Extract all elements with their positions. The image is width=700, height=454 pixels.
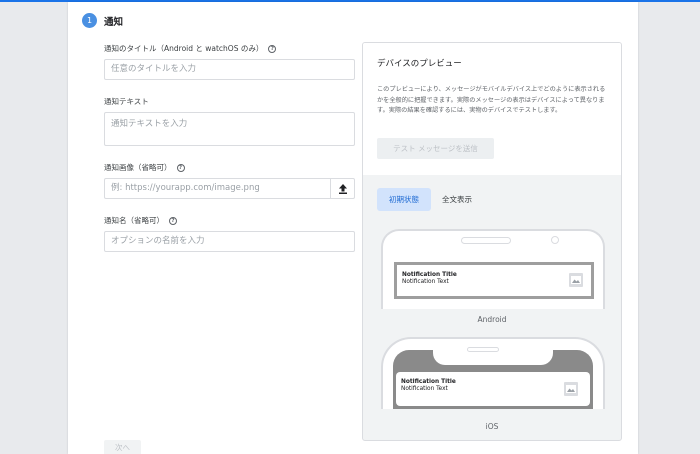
name-label-text: 通知名（省略可） (104, 216, 164, 225)
send-test-message-button[interactable]: テスト メッセージを送信 (377, 138, 494, 159)
ios-phone-mock: Notification Title Notification Text (381, 337, 605, 409)
notification-text: Notification Text (401, 386, 448, 392)
image-placeholder-icon (564, 382, 578, 396)
notification-image-input[interactable]: 例: https://yourapp.com/image.png (104, 178, 355, 199)
phone-speaker (467, 347, 499, 352)
name-field-label: 通知名（省略可） ? (104, 215, 177, 226)
notification-title: Notification Title (402, 272, 457, 278)
image-label-text: 通知画像（省略可） (104, 163, 172, 172)
notification-title: Notification Title (401, 379, 456, 385)
notification-text-input[interactable]: 通知テキストを入力 (104, 112, 355, 146)
step-header: 1 通知 (82, 13, 123, 28)
tab-expanded-view[interactable]: 全文表示 (433, 188, 481, 211)
phone-speaker (461, 237, 511, 244)
upload-button[interactable] (330, 178, 355, 199)
phone-camera (551, 236, 559, 244)
notification-text: Notification Text (402, 279, 449, 285)
image-placeholder-icon (569, 273, 583, 287)
help-icon[interactable]: ? (176, 163, 185, 172)
help-icon[interactable]: ? (268, 44, 277, 53)
upload-icon (339, 183, 347, 194)
ios-label: iOS (485, 422, 499, 431)
text-label-text: 通知テキスト (104, 97, 149, 106)
image-field-label: 通知画像（省略可） ? (104, 162, 185, 173)
preview-title: デバイスのプレビュー (377, 59, 462, 69)
image-icon (566, 385, 576, 393)
step-number-badge: 1 (82, 13, 97, 28)
device-preview-panel: デバイスのプレビュー このプレビューにより、メッセージがモバイルデバイス上でどの… (362, 42, 622, 441)
step-title: 通知 (104, 16, 124, 28)
preview-description: このプレビューにより、メッセージがモバイルデバイス上でどのように表示されるかを全… (377, 86, 606, 114)
notification-form-card: 1 通知 通知のタイトル（Android と watchOS のみ） ? 任意の… (68, 2, 638, 454)
android-phone-mock: Notification Title Notification Text (381, 229, 605, 309)
preview-info-section: デバイスのプレビュー このプレビューにより、メッセージがモバイルデバイス上でどの… (363, 43, 621, 175)
tab-initial-state[interactable]: 初期状態 (377, 188, 431, 211)
notification-name-input[interactable]: オプションの名前を入力 (104, 231, 355, 252)
notification-title-input[interactable]: 任意のタイトルを入力 (104, 59, 355, 80)
help-icon[interactable]: ? (169, 216, 177, 225)
title-label-text: 通知のタイトル（Android と watchOS のみ） (104, 44, 264, 53)
image-icon (571, 276, 581, 284)
ios-notification: Notification Title Notification Text (396, 372, 590, 406)
text-field-label: 通知テキスト (104, 96, 149, 107)
ios-screen: Notification Title Notification Text (393, 349, 593, 409)
title-field-label: 通知のタイトル（Android と watchOS のみ） ? (104, 43, 277, 54)
android-notification: Notification Title Notification Text (394, 262, 594, 299)
next-button[interactable]: 次へ (104, 440, 141, 454)
android-label: Android (477, 315, 507, 324)
